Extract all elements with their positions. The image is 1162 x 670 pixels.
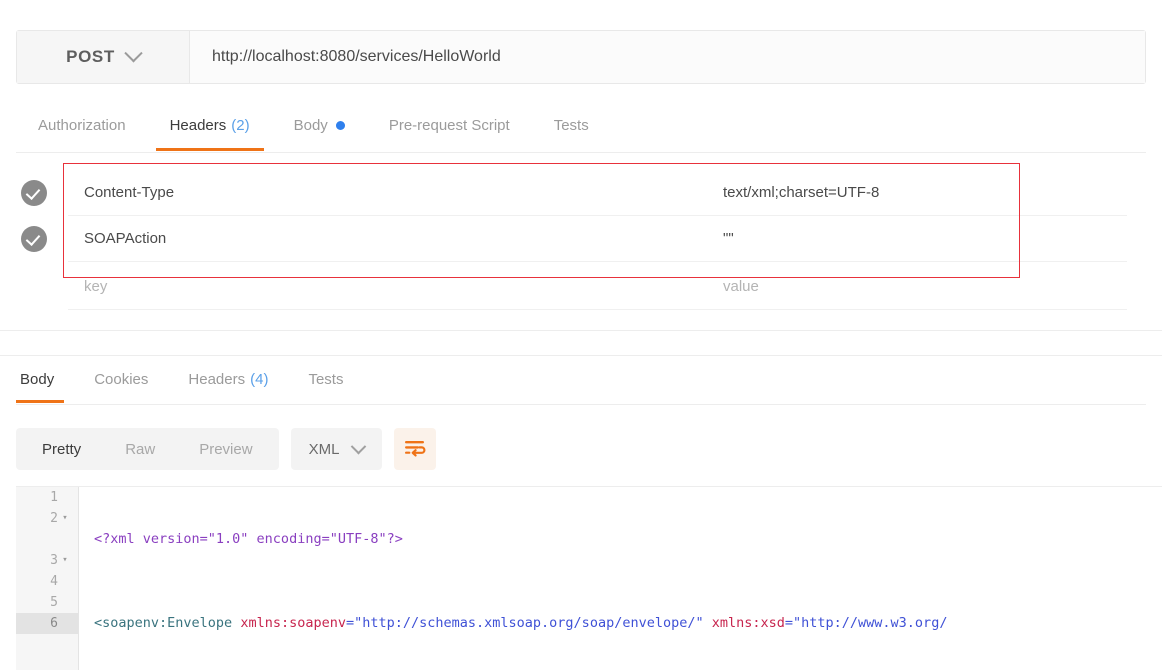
view-mode-raw[interactable]: Raw bbox=[103, 428, 177, 470]
tab-label: Cookies bbox=[94, 371, 149, 388]
tab-label: Authorization bbox=[38, 117, 126, 134]
http-method-select[interactable]: POST bbox=[17, 31, 190, 83]
header-row-checkbox[interactable] bbox=[21, 180, 47, 206]
line-number-wrap: ▾ bbox=[16, 529, 78, 550]
tab-pre-request-script[interactable]: Pre-request Script bbox=[367, 100, 532, 151]
language-select[interactable]: XML bbox=[290, 428, 383, 470]
tab-authorization[interactable]: Authorization bbox=[16, 100, 148, 151]
response-code-editor[interactable]: 1▾ 2▾ ▾ 3▾ 4▾ 5▾ 6▾ <?xml version="1.0" … bbox=[16, 486, 1162, 670]
line-number: 3 ▾ bbox=[16, 550, 78, 571]
fold-toggle-icon[interactable]: ▾ bbox=[58, 550, 72, 571]
tab-label: Tests bbox=[553, 117, 589, 134]
fold-toggle-icon: ▾ bbox=[58, 487, 72, 508]
headers-table: Content-Type text/xml;charset=UTF-8 SOAP… bbox=[0, 160, 1162, 312]
header-value-input[interactable]: "" bbox=[707, 217, 1127, 262]
tab-count: (4) bbox=[250, 371, 269, 388]
http-method-label: POST bbox=[66, 47, 115, 66]
view-mode-preview[interactable]: Preview bbox=[177, 428, 274, 470]
pane-divider[interactable] bbox=[0, 330, 1162, 356]
header-value-input[interactable]: text/xml;charset=UTF-8 bbox=[707, 171, 1127, 216]
header-key-input-empty[interactable]: key bbox=[68, 265, 707, 310]
view-mode-pretty[interactable]: Pretty bbox=[20, 428, 103, 470]
header-row-checkbox[interactable] bbox=[21, 226, 47, 252]
line-number: 4▾ bbox=[16, 571, 78, 592]
tab-response-body[interactable]: Body bbox=[16, 356, 74, 403]
url-input[interactable]: http://localhost:8080/services/HelloWorl… bbox=[190, 31, 1145, 83]
tab-count: (2) bbox=[231, 117, 250, 134]
fold-toggle-icon: ▾ bbox=[58, 613, 72, 634]
request-tabs: Authorization Headers (2) Body Pre-reque… bbox=[16, 100, 1146, 153]
tab-tests[interactable]: Tests bbox=[532, 100, 611, 151]
fold-toggle-icon: ▾ bbox=[58, 592, 72, 613]
body-present-dot-icon bbox=[335, 121, 345, 130]
fold-toggle-icon[interactable]: ▾ bbox=[58, 508, 72, 529]
table-row: Content-Type text/xml;charset=UTF-8 bbox=[16, 170, 1146, 216]
word-wrap-button[interactable] bbox=[394, 428, 437, 470]
chevron-down-icon bbox=[351, 438, 367, 454]
tab-headers[interactable]: Headers (2) bbox=[148, 100, 272, 151]
tab-label: Tests bbox=[308, 371, 344, 388]
response-format-toolbar: Pretty Raw Preview XML bbox=[16, 428, 437, 470]
tab-label: Body bbox=[293, 117, 328, 134]
tab-body[interactable]: Body bbox=[272, 100, 367, 151]
editor-gutter: 1▾ 2▾ ▾ 3▾ 4▾ 5▾ 6▾ bbox=[16, 487, 79, 670]
response-tabs: Body Cookies Headers (4) Tests bbox=[16, 356, 1146, 405]
header-value-input-empty[interactable]: value bbox=[707, 265, 1127, 310]
tab-label: Body bbox=[20, 371, 55, 388]
fold-toggle-icon: ▾ bbox=[58, 571, 72, 592]
fold-toggle-icon: ▾ bbox=[58, 529, 72, 550]
code-line-1: <?xml version="1.0" encoding="UTF-8"?> bbox=[94, 531, 403, 547]
header-key-input[interactable]: Content-Type bbox=[68, 171, 707, 216]
line-number-current: 6▾ bbox=[16, 613, 78, 634]
editor-code-content[interactable]: <?xml version="1.0" encoding="UTF-8"?> <… bbox=[78, 487, 1162, 670]
line-number: 1▾ bbox=[16, 487, 78, 508]
view-mode-group: Pretty Raw Preview bbox=[16, 428, 279, 470]
line-number: 2 ▾ bbox=[16, 508, 78, 529]
tab-response-cookies[interactable]: Cookies bbox=[74, 356, 168, 403]
tab-label: Headers bbox=[188, 371, 246, 388]
table-row-empty: key value bbox=[16, 264, 1146, 310]
tab-response-headers[interactable]: Headers (4) bbox=[168, 356, 288, 403]
line-number: 5▾ bbox=[16, 592, 78, 613]
code-line-2: <soapenv:Envelope xmlns:soapenv="http://… bbox=[94, 615, 948, 631]
language-label: XML bbox=[308, 440, 340, 458]
header-key-input[interactable]: SOAPAction bbox=[68, 217, 707, 262]
request-url-bar: POST http://localhost:8080/services/Hell… bbox=[16, 30, 1146, 84]
tab-response-tests[interactable]: Tests bbox=[288, 356, 363, 403]
chevron-down-icon bbox=[124, 43, 143, 62]
tab-label: Headers bbox=[169, 117, 227, 134]
table-row: SOAPAction "" bbox=[16, 216, 1146, 262]
word-wrap-icon bbox=[405, 441, 426, 457]
tab-label: Pre-request Script bbox=[388, 117, 510, 134]
